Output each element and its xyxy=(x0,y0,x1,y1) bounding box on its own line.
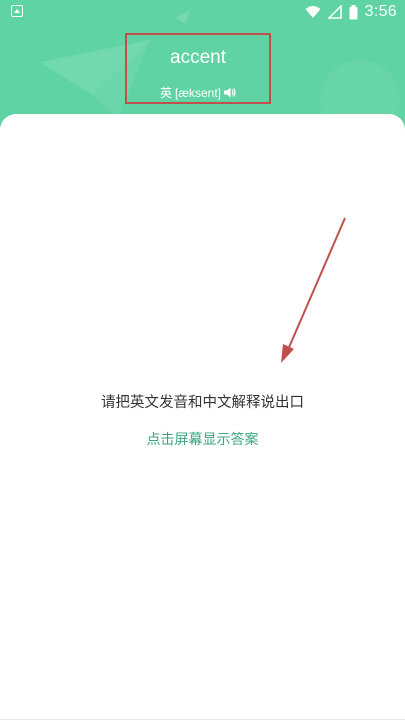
word-header: accent 英 [æksent] xyxy=(125,33,271,104)
battery-icon xyxy=(349,4,358,19)
signal-icon xyxy=(327,5,342,19)
wifi-icon xyxy=(305,6,321,18)
reveal-answer-link[interactable]: 点击屏幕显示答案 xyxy=(0,429,405,449)
phonetic-language-label: 英 xyxy=(159,86,172,100)
word-text: accent xyxy=(170,47,226,68)
status-bar: 3:56 xyxy=(0,0,405,26)
phonetic-row[interactable]: 英 [æksent] xyxy=(127,84,269,101)
speaker-icon[interactable] xyxy=(224,87,236,98)
answer-card[interactable] xyxy=(0,114,405,720)
app-notification-icon xyxy=(11,5,23,17)
status-time: 3:56 xyxy=(364,3,397,20)
speak-prompt: 请把英文发音和中文解释说出口 xyxy=(101,395,304,411)
phonetic-text: [æksent] xyxy=(174,85,222,100)
